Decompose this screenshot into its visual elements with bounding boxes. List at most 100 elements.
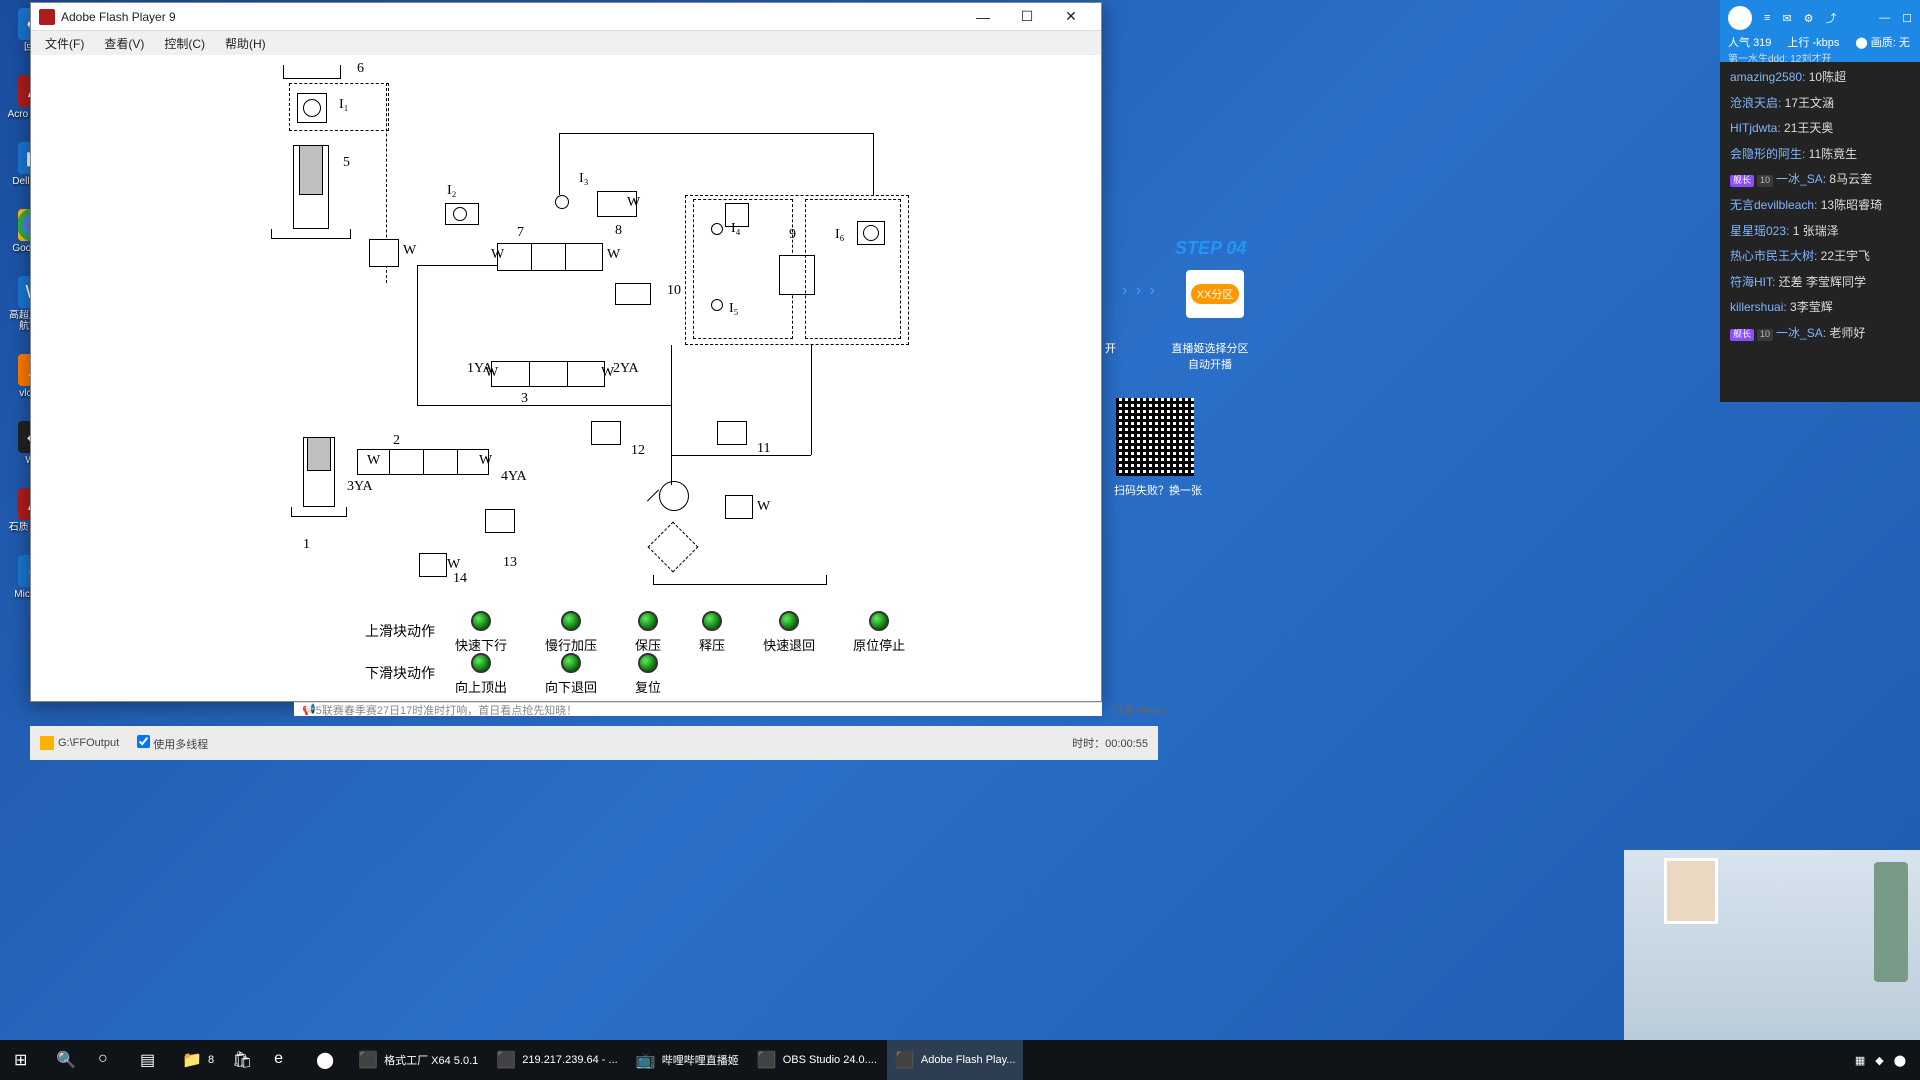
stream-header: ≡ ✉ ⚙ ⤴ — ☐ 人气 319 上行 -kbps ⬤ 画质: 无 第一水生… [1720, 0, 1920, 62]
lamp-icon [638, 611, 658, 631]
message-text: 5联赛春季赛27日17时准时打响，首日看点抢先知晓！ [316, 702, 578, 718]
tray-icon[interactable]: ◆ [1875, 1054, 1883, 1067]
label-w8: W [627, 195, 640, 211]
label-2: 2 [393, 433, 400, 449]
chat-line: 无言devilbleach: 13陈昭睿琦 [1730, 198, 1910, 214]
upper-lamp-row: 快速下行 慢行加压 保压 释压 快速退回 原位停止 [455, 611, 905, 654]
label-w9: W [447, 557, 460, 573]
tray-icon[interactable]: ⬤ [1894, 1054, 1906, 1067]
chat-line: 舰长10一冰_SA: 8马云奎 [1730, 172, 1910, 188]
tray-icon[interactable]: ▦ [1855, 1054, 1865, 1067]
system-tray[interactable]: ▦ ◆ ⬤ [1855, 1054, 1914, 1067]
label-w6: W [367, 453, 380, 469]
label-10: 10 [667, 283, 681, 299]
time-label: 时时：00:00:55 [1072, 735, 1148, 751]
chat-line: 舰长10一冰_SA: 老师好 [1730, 326, 1910, 342]
label-w1: W [491, 247, 504, 263]
avatar[interactable] [1728, 6, 1752, 30]
label-I2: I₂ [447, 183, 457, 199]
lamp-label: 释压 [699, 635, 725, 654]
taskbar-item[interactable]: 🛍 [224, 1040, 264, 1080]
taskbar-item[interactable]: ⬛Adobe Flash Play... [887, 1040, 1024, 1080]
taskbar-item[interactable]: ⬤ [308, 1040, 348, 1080]
lamp-reset[interactable]: 复位 [635, 653, 661, 696]
gear-icon[interactable]: ⚙ [1804, 12, 1814, 25]
taskbar-item[interactable]: e [266, 1040, 306, 1080]
lamp-stop[interactable]: 原位停止 [853, 611, 905, 654]
category-card[interactable]: XX分区 [1186, 270, 1244, 318]
label-w4: W [485, 365, 498, 381]
qr-code[interactable] [1116, 398, 1194, 476]
lamp-icon [561, 653, 581, 673]
minimize-button[interactable]: — [961, 4, 1005, 30]
taskbar-item[interactable]: ⬛OBS Studio 24.0.... [749, 1040, 885, 1080]
label-13: 13 [503, 555, 517, 571]
label-2ya: 2YA [613, 361, 639, 377]
label-4ya: 4YA [501, 469, 527, 485]
menu-control[interactable]: 控制(C) [156, 33, 213, 54]
lamp-label: 向上顶出 [455, 677, 507, 696]
lamp-icon [638, 653, 658, 673]
arrow-icon: › › › [1122, 282, 1157, 300]
lamp-icon [702, 611, 722, 631]
lower-lamp-row: 向上顶出 向下退回 复位 [455, 653, 661, 696]
max-icon[interactable]: ☐ [1902, 12, 1912, 25]
lamp-fast-down[interactable]: 快速下行 [455, 611, 507, 654]
hydraulic-diagram: 6 I₁ 5 I₂ 7 W [31, 55, 1101, 701]
category-pill: XX分区 [1191, 284, 1240, 304]
taskbar-item[interactable]: ⊞ [6, 1040, 46, 1080]
lamp-up-eject[interactable]: 向上顶出 [455, 653, 507, 696]
taskbar-item[interactable]: 📁8 [174, 1040, 222, 1080]
chat-panel[interactable]: amazing2580: 10陈超沧浪天启: 17王文涵 HITjdwta: 21… [1720, 62, 1920, 402]
min-icon[interactable]: — [1879, 12, 1890, 24]
category-caption: 直播姬选择分区自动开播 [1168, 340, 1252, 372]
multithread-checkbox[interactable]: 使用多线程 [137, 735, 208, 752]
label-7: 7 [517, 225, 524, 241]
chat-line: 沧浪天启: 17王文涵 [1730, 96, 1910, 112]
label-1: 1 [303, 537, 310, 553]
flash-player-window: Adobe Flash Player 9 — ☐ ✕ 文件(F) 查看(V) 控… [30, 2, 1102, 702]
scrolling-message: 📢 5联赛春季赛27日17时准时打响，首日看点抢先知晓！ [294, 702, 1102, 716]
taskbar-item[interactable]: ⬛格式工厂 X64 5.0.1 [350, 1040, 486, 1080]
menu-file[interactable]: 文件(F) [37, 33, 92, 54]
taskbar-item[interactable]: ⬛219.217.239.64 - ... [488, 1040, 625, 1080]
menu-view[interactable]: 查看(V) [96, 33, 152, 54]
label-12: 12 [631, 443, 645, 459]
lamp-label: 快速下行 [455, 635, 507, 654]
lamp-label: 保压 [635, 635, 661, 654]
output-path[interactable]: G:\FFOutput [40, 736, 119, 750]
lamp-fast-return[interactable]: 快速退回 [763, 611, 815, 654]
chat-line: amazing2580: 10陈超 [1730, 70, 1910, 86]
lamp-hold[interactable]: 保压 [635, 611, 661, 654]
taskbar-item[interactable]: ▤ [132, 1040, 172, 1080]
taskbar-item[interactable]: ○ [90, 1040, 130, 1080]
lamp-label: 慢行加压 [545, 635, 597, 654]
qr-caption[interactable]: 扫码失败？换一张 [1114, 482, 1202, 498]
checkbox-label: 使用多线程 [153, 739, 208, 751]
maximize-button[interactable]: ☐ [1005, 4, 1049, 30]
taskbar-item[interactable]: 📺哔哩哔哩直播姬 [628, 1040, 747, 1080]
lamp-release[interactable]: 释压 [699, 611, 725, 654]
lamp-icon [869, 611, 889, 631]
lamp-label: 复位 [635, 677, 661, 696]
menu-icon[interactable]: ≡ [1764, 12, 1770, 24]
mail-icon[interactable]: ✉ [1782, 12, 1791, 25]
label-I1: I₁ [339, 97, 349, 113]
lamp-slow-press[interactable]: 慢行加压 [545, 611, 597, 654]
label-5: 5 [343, 155, 350, 171]
chat-line: 星星瑶023: 1 张瑞泽 [1730, 224, 1910, 240]
lamp-down-return[interactable]: 向下退回 [545, 653, 597, 696]
share-icon[interactable]: ⤴ [1826, 10, 1837, 26]
label-w10: W [757, 499, 770, 515]
label-w2: W [607, 247, 620, 263]
label-I3: I₃ [579, 171, 589, 187]
chat-line: HITjdwta: 21王天奥 [1730, 121, 1910, 137]
titlebar[interactable]: Adobe Flash Player 9 — ☐ ✕ [31, 3, 1101, 31]
folder-icon [40, 736, 54, 750]
uplink: -kbps [1812, 37, 1839, 49]
lamp-label: 原位停止 [853, 635, 905, 654]
taskbar-item[interactable]: 🔍 [48, 1040, 88, 1080]
menu-help[interactable]: 帮助(H) [217, 33, 274, 54]
taskbar: ⊞🔍○▤📁8🛍e⬤⬛格式工厂 X64 5.0.1⬛219.217.239.64 … [0, 1040, 1920, 1080]
close-button[interactable]: ✕ [1049, 4, 1093, 30]
